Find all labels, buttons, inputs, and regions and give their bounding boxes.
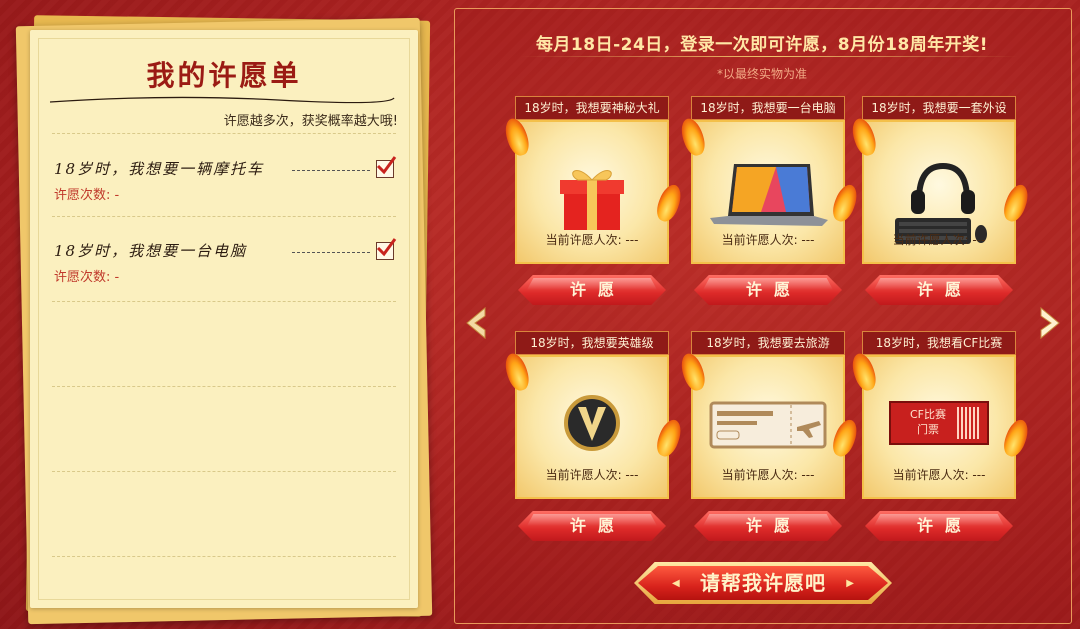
wish-card-computer[interactable]: 18岁时，我想要一台电脑 当前许愿人次: --- <box>677 96 861 272</box>
card-image-frame: 当前许愿人次: --- <box>691 355 845 499</box>
wishlist-title: 我的许愿单 <box>146 59 302 92</box>
hero-v-badge-icon <box>564 395 620 451</box>
card-label: 18岁时，我想要去旅游 <box>691 331 845 355</box>
checkbox-checked-icon[interactable] <box>376 238 397 260</box>
card-label: 18岁时，我想要英雄级 <box>515 331 669 355</box>
card-label: 18岁时，我想要一套外设 <box>862 96 1016 120</box>
wishlist-subtitle: 许愿越多次，获奖概率越大哦! <box>223 114 398 129</box>
card-wish-count: 当前许愿人次: --- <box>545 468 639 482</box>
card-wish-count: 当前许愿人次: --- <box>892 233 986 247</box>
wish-button-label: 许愿 <box>569 516 626 535</box>
card-image-frame: 当前许愿人次: --- <box>862 120 1016 264</box>
triangle-right-icon: ▶ <box>846 578 854 589</box>
disclaimer-note: *以最终实物为准 <box>716 67 807 81</box>
card-wish-count: 当前许愿人次: --- <box>721 233 815 247</box>
wish-button-label: 许愿 <box>916 280 973 299</box>
wish-button-cf-match[interactable]: 许愿 <box>865 511 1013 541</box>
arrow-left-icon[interactable] <box>463 306 489 340</box>
divider <box>52 556 396 557</box>
wish-count: 许愿次数: - <box>54 188 120 203</box>
wish-card-travel[interactable]: 18岁时，我想要去旅游 当前许愿人次: --- <box>677 331 861 507</box>
card-wish-count: 当前许愿人次: --- <box>545 233 639 247</box>
card-wish-count: 当前许愿人次: --- <box>892 468 986 482</box>
help-me-wish-button[interactable]: ◀ 请帮我许愿吧 ▶ <box>634 562 892 604</box>
divider <box>52 386 396 387</box>
wish-button-label: 许愿 <box>569 280 626 299</box>
leader-dots <box>292 170 370 171</box>
card-wish-count: 当前许愿人次: --- <box>721 468 815 482</box>
card-image-frame: 当前许愿人次: --- <box>691 120 845 264</box>
wishlist-item[interactable]: 18岁时，我想要一辆摩托车 许愿次数: - <box>54 156 398 218</box>
wish-button-label: 许愿 <box>916 516 973 535</box>
cf-ticket-icon: CF比赛 门票 <box>889 401 989 445</box>
title-underline <box>49 96 395 104</box>
wishlist-notebook: 我的许愿单 许愿越多次，获奖概率越大哦! 18岁时，我想要一辆摩托车 许愿次数:… <box>30 30 418 608</box>
divider <box>52 301 396 302</box>
wish-button-computer[interactable]: 许愿 <box>694 275 842 305</box>
plane-ticket-icon <box>709 401 827 449</box>
wish-count: 许愿次数: - <box>54 270 120 285</box>
wish-button-mystery-gift[interactable]: 许愿 <box>518 275 666 305</box>
checkbox-checked-icon[interactable] <box>376 156 397 178</box>
wish-card-peripherals[interactable]: 18岁时，我想要一套外设 当前许愿人次: --- <box>848 96 1032 272</box>
card-label: 18岁时，我想看CF比赛 <box>862 331 1016 355</box>
leader-dots <box>292 252 370 253</box>
wishlist-item[interactable]: 18岁时，我想要一台电脑 许愿次数: - <box>54 238 398 300</box>
wish-card-mystery-gift[interactable]: 18岁时，我想要神秘大礼 当前许愿人次: --- <box>501 96 685 272</box>
laptop-icon <box>710 164 828 226</box>
wish-text: 18岁时，我想要一辆摩托车 <box>54 160 265 178</box>
card-label: 18岁时，我想要神秘大礼 <box>515 96 669 120</box>
card-label: 18岁时，我想要一台电脑 <box>691 96 845 120</box>
headline-rule <box>520 56 1018 57</box>
ticket-text: CF比赛 门票 <box>909 408 946 436</box>
gift-box-icon <box>560 170 624 230</box>
wish-button-peripherals[interactable]: 许愿 <box>865 275 1013 305</box>
wish-card-hero-weapon[interactable]: 18岁时，我想要英雄级 当前许愿人次: --- <box>501 331 685 507</box>
arrow-right-icon[interactable] <box>1037 306 1063 340</box>
event-headline: 每月18日-24日，登录一次即可许愿，8月份18周年开奖! <box>535 35 989 55</box>
wish-text: 18岁时，我想要一台电脑 <box>54 242 248 260</box>
wish-button-label: 许愿 <box>745 516 802 535</box>
wish-button-travel[interactable]: 许愿 <box>694 511 842 541</box>
card-image-frame: 当前许愿人次: --- <box>515 355 669 499</box>
wish-button-hero-weapon[interactable]: 许愿 <box>518 511 666 541</box>
divider <box>52 471 396 472</box>
wish-card-cf-match[interactable]: 18岁时，我想看CF比赛 CF比赛 门票 当前许愿人次: --- <box>848 331 1032 507</box>
divider <box>52 216 396 217</box>
divider <box>52 133 396 134</box>
card-image-frame: 当前许愿人次: --- <box>515 120 669 264</box>
card-image-frame: CF比赛 门票 当前许愿人次: --- <box>862 355 1016 499</box>
wish-button-label: 许愿 <box>745 280 802 299</box>
